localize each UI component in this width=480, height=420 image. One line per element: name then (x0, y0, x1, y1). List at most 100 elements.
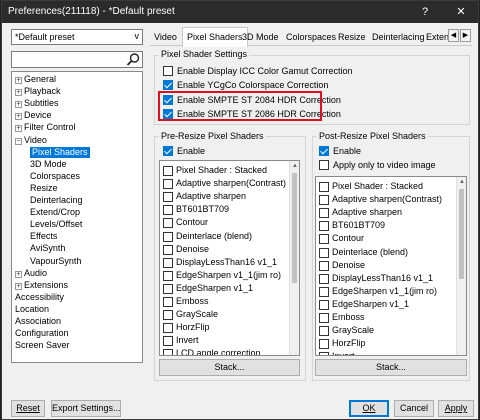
shader-checkbox[interactable] (319, 286, 329, 297)
expand-icon[interactable]: + (15, 101, 22, 109)
shader-name: BT601BT709 (332, 220, 386, 231)
tree-item[interactable]: Colorspaces (30, 171, 80, 182)
shader-checkbox[interactable] (163, 179, 173, 190)
help-button[interactable]: ? (410, 1, 440, 23)
shader-checkbox[interactable] (319, 352, 329, 355)
expand-icon[interactable]: + (15, 282, 22, 290)
shader-checkbox[interactable] (319, 221, 329, 232)
apply-label: Apply (444, 403, 468, 413)
shader-checkbox[interactable] (163, 283, 173, 294)
tree-item[interactable]: Effects (30, 231, 57, 242)
pre-stack-button[interactable]: Stack... (159, 359, 300, 376)
reset-button[interactable]: Reset (11, 400, 45, 417)
preset-select[interactable]: *Default preset v (11, 29, 143, 45)
scrollbar-thumb[interactable] (292, 173, 297, 283)
tree-item[interactable]: + Device (15, 110, 52, 121)
tree-item[interactable]: Association (15, 316, 61, 327)
collapse-icon[interactable]: − (15, 137, 22, 145)
tab-scroll-left-icon[interactable]: ◀ (448, 29, 459, 42)
shader-checkbox[interactable] (163, 297, 173, 307)
tree-item-label: Resize (30, 182, 58, 193)
shader-checkbox[interactable] (319, 195, 329, 206)
shader-checkbox[interactable] (163, 166, 173, 176)
icc-gamut-checkbox[interactable] (163, 66, 173, 76)
tree-item[interactable]: + Subtitles (15, 98, 59, 109)
tree-item[interactable]: Location (15, 304, 49, 315)
tree-item[interactable]: + Audio (15, 268, 47, 279)
shader-checkbox[interactable] (319, 260, 329, 271)
shader-checkbox[interactable] (319, 247, 329, 258)
tree-item[interactable]: + Playback (15, 86, 61, 97)
shader-checkbox[interactable] (163, 310, 173, 321)
shader-checkbox[interactable] (163, 231, 173, 242)
tree-item[interactable]: Deinterlacing (30, 195, 83, 206)
tree-item[interactable]: + Extensions (15, 280, 68, 291)
shader-checkbox[interactable] (163, 336, 173, 347)
tree-item[interactable]: + General (15, 74, 56, 85)
tree-item[interactable]: Extend/Crop (30, 207, 80, 218)
tree-item[interactable]: Screen Saver (15, 340, 70, 351)
shader-checkbox[interactable] (163, 192, 173, 203)
expand-icon[interactable]: + (15, 270, 22, 278)
shader-checkbox[interactable] (163, 205, 173, 216)
ok-button[interactable]: OK (349, 400, 389, 417)
tree-item[interactable]: VapourSynth (30, 256, 81, 267)
shader-checkbox[interactable] (319, 273, 329, 284)
pre-enable-checkbox[interactable] (163, 146, 173, 156)
tree-item-label: General (24, 74, 57, 84)
scroll-up-icon[interactable]: ▲ (459, 179, 465, 185)
tree-item[interactable]: + Filter Control (15, 122, 76, 133)
tab-video[interactable]: Video (150, 30, 181, 46)
expand-icon[interactable]: + (15, 77, 22, 84)
post-resize-shader-list[interactable]: Pixel Shader : Stacked Adaptive sharpen(C… (315, 176, 467, 356)
ycgco-label: Enable YCgCo Colorspace Correction (177, 80, 329, 90)
expand-icon[interactable]: + (15, 125, 22, 133)
tab-deinterlacing[interactable]: Deinterlacing (368, 30, 429, 46)
search-icon[interactable] (125, 52, 141, 67)
post-stack-button[interactable]: Stack... (315, 359, 467, 376)
post-enable-checkbox[interactable] (319, 146, 329, 156)
shader-checkbox[interactable] (319, 313, 329, 323)
shader-checkbox[interactable] (319, 234, 329, 245)
shader-name: GrayScale (332, 325, 375, 336)
search-input[interactable] (11, 51, 143, 68)
shader-checkbox[interactable] (319, 339, 329, 350)
apply-only-video-checkbox[interactable] (319, 160, 329, 170)
shader-checkbox[interactable] (163, 349, 173, 355)
tree-item[interactable]: Accessibility (15, 292, 64, 303)
expand-icon[interactable]: + (15, 113, 22, 121)
vertical-scrollbar[interactable]: ▲ (456, 177, 466, 355)
pre-resize-shader-list[interactable]: Pixel Shader : Stacked Adaptive sharpen(C… (159, 160, 300, 356)
shader-checkbox[interactable] (319, 208, 329, 219)
tree-item-label: Extend/Crop (30, 207, 81, 218)
shader-checkbox[interactable] (163, 244, 173, 255)
shader-checkbox[interactable] (163, 218, 173, 229)
tree-item[interactable]: Levels/Offset (30, 219, 82, 230)
tab-colorspaces[interactable]: Colorspaces (282, 30, 340, 46)
tree-item[interactable]: AviSynth (30, 243, 65, 254)
shader-checkbox[interactable] (163, 270, 173, 281)
shader-checkbox[interactable] (163, 257, 173, 268)
shader-checkbox[interactable] (319, 182, 329, 192)
tree-item[interactable]: Configuration (15, 328, 69, 339)
tree-item[interactable]: Pixel Shaders (30, 146, 90, 158)
shader-checkbox[interactable] (163, 323, 173, 334)
tab-scroll-right-icon[interactable]: ▶ (460, 29, 471, 42)
ycgco-checkbox[interactable] (163, 80, 173, 90)
vertical-scrollbar[interactable]: ▲ (289, 161, 299, 355)
tree-item[interactable]: − Video (15, 135, 47, 146)
scrollbar-thumb[interactable] (459, 189, 464, 279)
tree-item[interactable]: Resize (30, 183, 58, 194)
export-settings-button[interactable]: Export Settings... (51, 400, 121, 417)
cancel-button[interactable]: Cancel (394, 400, 434, 417)
scroll-up-icon[interactable]: ▲ (292, 163, 298, 169)
tree-item[interactable]: 3D Mode (30, 159, 67, 170)
category-tree[interactable]: + General + Playback + Subtitles + Device + Filte… (11, 71, 143, 363)
expand-icon[interactable]: + (15, 89, 22, 97)
shader-checkbox[interactable] (319, 299, 329, 310)
close-button[interactable]: ✕ (446, 1, 476, 23)
apply-button[interactable]: Apply (438, 400, 474, 417)
tab-3d-mode[interactable]: 3D Mode (238, 30, 283, 46)
shader-checkbox[interactable] (319, 326, 329, 337)
tab-resize[interactable]: Resize (334, 30, 370, 46)
